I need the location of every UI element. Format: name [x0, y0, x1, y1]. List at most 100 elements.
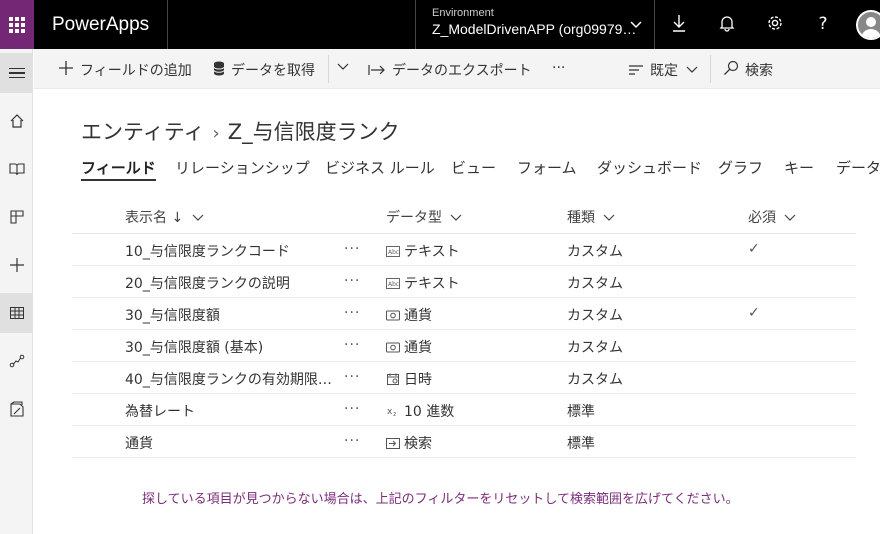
field-display-name[interactable]: 30_与信限度額 (基本)	[125, 337, 337, 357]
download-icon[interactable]	[669, 14, 689, 34]
tab-keys[interactable]: キー	[784, 157, 814, 178]
field-display-name[interactable]: 為替レート	[125, 401, 337, 421]
add-field-label: フィールドの追加	[80, 63, 192, 79]
field-kind: 標準	[567, 404, 595, 420]
table-icon[interactable]	[0, 293, 33, 333]
search-placeholder: 検索	[745, 63, 773, 79]
svg-text:2: 2	[393, 412, 396, 417]
column-header-required[interactable]: 必須	[748, 207, 796, 227]
divider	[415, 0, 416, 49]
breadcrumb: エンティティ › Z_与信限度ランク	[81, 116, 400, 146]
currency-type-icon	[386, 341, 400, 353]
field-data-type: x2 10 進数	[386, 404, 455, 420]
export-data-button[interactable]: データのエクスポート	[368, 60, 532, 80]
app-title[interactable]: PowerApps	[52, 14, 149, 36]
row-more-button[interactable]: ···	[344, 305, 360, 321]
field-data-type: 通貨	[386, 337, 432, 357]
more-commands-button[interactable]: ···	[552, 60, 565, 76]
breadcrumb-root[interactable]: エンティティ	[81, 120, 204, 144]
flow-icon[interactable]	[0, 341, 33, 381]
export-data-label: データのエクスポート	[392, 63, 532, 79]
view-selector[interactable]: 既定	[628, 60, 698, 80]
gear-icon[interactable]	[765, 14, 785, 34]
field-display-name[interactable]: 通貨	[125, 433, 337, 453]
search-input[interactable]: 検索	[723, 60, 773, 80]
plus-icon	[58, 60, 74, 80]
hamburger-icon[interactable]	[0, 53, 33, 93]
divider	[328, 55, 329, 83]
table-row[interactable]: 40_与信限度ランクの有効期限… ··· 日時 カスタム	[72, 362, 856, 394]
tab-business-rules[interactable]: ビジネス ルール	[325, 157, 435, 178]
apps-icon[interactable]	[0, 197, 33, 237]
field-display-name[interactable]: 30_与信限度額	[125, 305, 337, 325]
help-icon[interactable]: ?	[813, 14, 833, 34]
column-header-kind[interactable]: 種類	[567, 207, 615, 227]
tab-data[interactable]: データ	[836, 157, 880, 178]
plus-icon[interactable]	[0, 245, 33, 285]
calendar-type-icon	[386, 373, 400, 385]
row-more-button[interactable]: ···	[344, 401, 360, 417]
field-display-name[interactable]: 10_与信限度ランクコード	[125, 241, 337, 261]
field-kind: カスタム	[567, 308, 623, 324]
required-check-icon: ✓	[748, 241, 760, 257]
row-more-button[interactable]: ···	[344, 433, 360, 449]
field-kind: カスタム	[567, 340, 623, 356]
environment-value: Z_ModelDrivenAPP (org09979…	[432, 21, 637, 37]
table-row[interactable]: 10_与信限度ランクコード ··· Abc テキスト カスタム ✓	[72, 234, 856, 266]
row-more-button[interactable]: ···	[344, 241, 360, 257]
table-row[interactable]: 為替レート ··· x2 10 進数 標準	[72, 394, 856, 426]
text-type-icon: Abc	[386, 277, 400, 289]
database-icon	[213, 61, 225, 80]
get-data-button[interactable]: データを取得	[213, 60, 315, 80]
fields-table: 表示名 ↓ データ型 種類 必須 10_与信限度ランクコード ··· Abc テ…	[72, 201, 856, 458]
book-icon[interactable]	[0, 149, 33, 189]
decimal-type-icon: x2	[386, 405, 400, 417]
table-row[interactable]: 20_与信限度ランクの説明 ··· Abc テキスト カスタム	[72, 266, 856, 298]
search-icon	[723, 60, 739, 80]
add-field-button[interactable]: フィールドの追加	[58, 60, 192, 80]
field-data-type: 日時	[386, 369, 432, 389]
table-row[interactable]: 30_与信限度額 ··· 通貨 カスタム ✓	[72, 298, 856, 330]
left-nav	[0, 49, 33, 534]
tab-forms[interactable]: フォーム	[517, 157, 577, 178]
waffle-icon	[9, 16, 25, 33]
report-icon[interactable]	[0, 389, 33, 429]
field-data-type: 検索	[386, 433, 432, 453]
home-icon[interactable]	[0, 101, 33, 141]
column-header-data-type[interactable]: データ型	[386, 207, 462, 227]
table-row[interactable]: 通貨 ··· 検索 標準	[72, 426, 856, 458]
environment-label: Environment	[432, 7, 494, 19]
row-more-button[interactable]: ···	[344, 337, 360, 353]
row-more-button[interactable]: ···	[344, 369, 360, 385]
breadcrumb-current: Z_与信限度ランク	[227, 120, 400, 144]
tab-charts[interactable]: グラフ	[718, 157, 763, 178]
tab-dashboards[interactable]: ダッシュボード	[597, 157, 702, 178]
avatar[interactable]	[856, 10, 880, 40]
svg-text:Abc: Abc	[388, 249, 399, 256]
divider	[167, 0, 168, 49]
app-launcher-button[interactable]	[0, 0, 34, 49]
field-display-name[interactable]: 40_与信限度ランクの有効期限…	[125, 369, 337, 389]
column-header-display-name[interactable]: 表示名 ↓	[125, 207, 204, 227]
field-data-type: 通貨	[386, 305, 432, 325]
chevron-down-icon	[686, 62, 698, 78]
chevron-down-icon[interactable]	[630, 18, 642, 32]
arrow-right-icon	[368, 61, 386, 80]
chevron-right-icon: ›	[212, 123, 220, 144]
tab-relationships[interactable]: リレーションシップ	[175, 157, 310, 178]
field-data-type: Abc テキスト	[386, 276, 460, 292]
svg-text:Abc: Abc	[388, 281, 399, 288]
field-data-type: Abc テキスト	[386, 244, 460, 260]
field-display-name[interactable]: 20_与信限度ランクの説明	[125, 273, 337, 293]
tab-views[interactable]: ビュー	[451, 157, 496, 178]
bell-icon[interactable]	[717, 14, 737, 34]
table-row[interactable]: 30_与信限度額 (基本) ··· 通貨 カスタム	[72, 330, 856, 362]
tab-fields[interactable]: フィールド	[81, 157, 156, 181]
top-bar: PowerApps Environment Z_ModelDrivenAPP (…	[0, 0, 880, 49]
environment-picker[interactable]: Environment Z_ModelDrivenAPP (org09979…	[432, 7, 636, 37]
divider	[654, 0, 655, 49]
view-lines-icon	[628, 61, 644, 80]
field-kind: カスタム	[567, 276, 623, 292]
row-more-button[interactable]: ···	[344, 273, 360, 289]
chevron-down-icon[interactable]	[337, 63, 349, 71]
